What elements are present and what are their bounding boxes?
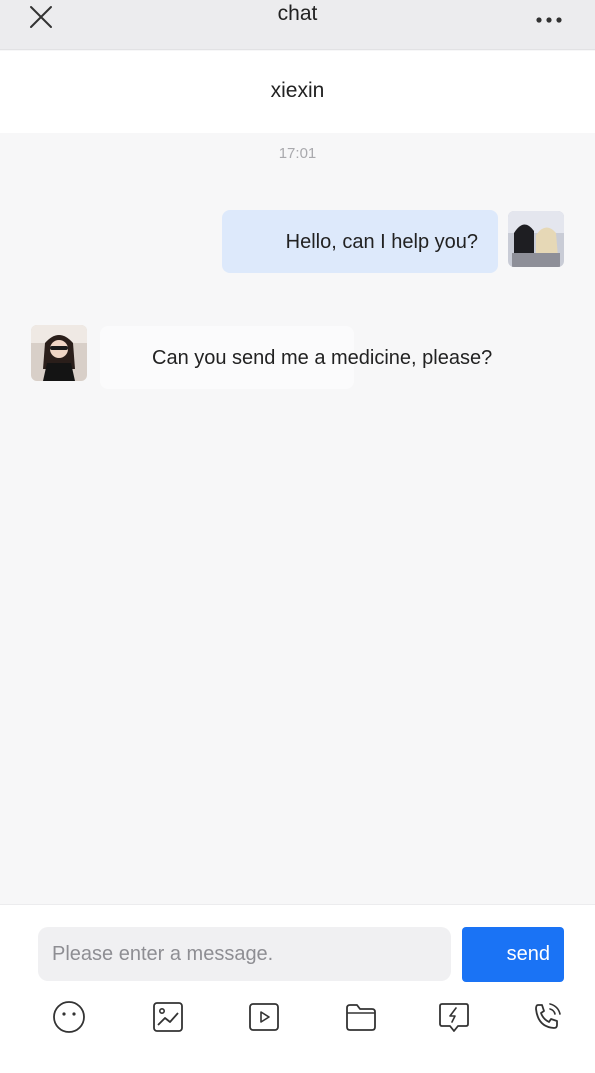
composer: send bbox=[0, 904, 595, 1073]
image-icon[interactable] bbox=[150, 999, 186, 1035]
quick-reply-icon[interactable] bbox=[436, 999, 472, 1035]
message-timestamp: 17:01 bbox=[278, 145, 317, 162]
emoji-icon[interactable] bbox=[51, 999, 87, 1035]
send-button[interactable]: send bbox=[462, 927, 564, 982]
contact-bar: xiexin bbox=[0, 51, 595, 133]
message-bubble-outgoing[interactable]: Hello, can I help you? bbox=[222, 210, 498, 273]
avatar[interactable] bbox=[31, 325, 87, 381]
phone-icon[interactable] bbox=[529, 999, 565, 1035]
contact-name: xiexin bbox=[270, 79, 325, 102]
video-icon[interactable] bbox=[246, 999, 282, 1035]
message-text: Can you send me a medicine, please? bbox=[152, 346, 493, 369]
message-bubble-incoming[interactable]: Can you send me a medicine, please? bbox=[100, 326, 492, 389]
page-title: chat bbox=[277, 2, 318, 25]
folder-icon[interactable] bbox=[343, 999, 379, 1035]
message-text: Hello, can I help you? bbox=[285, 230, 478, 253]
avatar[interactable] bbox=[508, 211, 564, 267]
top-bar: chat bbox=[0, 0, 595, 50]
message-input[interactable] bbox=[38, 927, 451, 981]
more-dots-icon[interactable] bbox=[535, 6, 565, 30]
